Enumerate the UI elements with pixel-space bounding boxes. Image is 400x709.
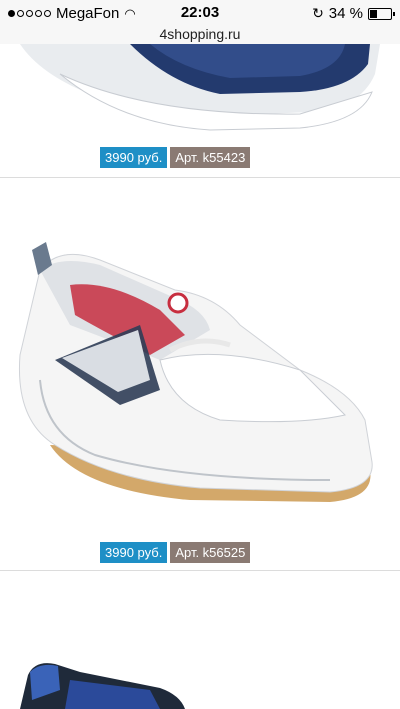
navy-shoe-image [20, 44, 380, 131]
battery-percent: 34 % [328, 5, 363, 22]
address-bar[interactable]: 4shopping.ru [0, 26, 400, 42]
product-image[interactable] [0, 230, 400, 520]
price-label: 3990 руб. [100, 542, 168, 563]
white-boat-shoe-image [18, 242, 373, 502]
battery-icon [368, 7, 395, 20]
battery-area: ↻ 34 % [312, 5, 395, 22]
divider [0, 570, 400, 571]
battery-fill [370, 9, 377, 18]
rotation-lock-icon: ↻ [312, 5, 324, 21]
divider [0, 177, 400, 178]
status-bar: MegaFon ◠ 22:03 ↻ 34 % 4shopping.ru [0, 0, 400, 44]
blue-shoe-image [20, 663, 185, 709]
product-image[interactable] [0, 650, 400, 709]
article-label: Арт. k55423 [170, 147, 251, 168]
product-image[interactable] [0, 44, 400, 134]
product-tag: 3990 руб. Арт. k56525 [100, 542, 251, 563]
product-tag: 3990 руб. Арт. k55423 [100, 147, 251, 168]
price-label: 3990 руб. [100, 147, 168, 168]
article-label: Арт. k56525 [170, 542, 251, 563]
